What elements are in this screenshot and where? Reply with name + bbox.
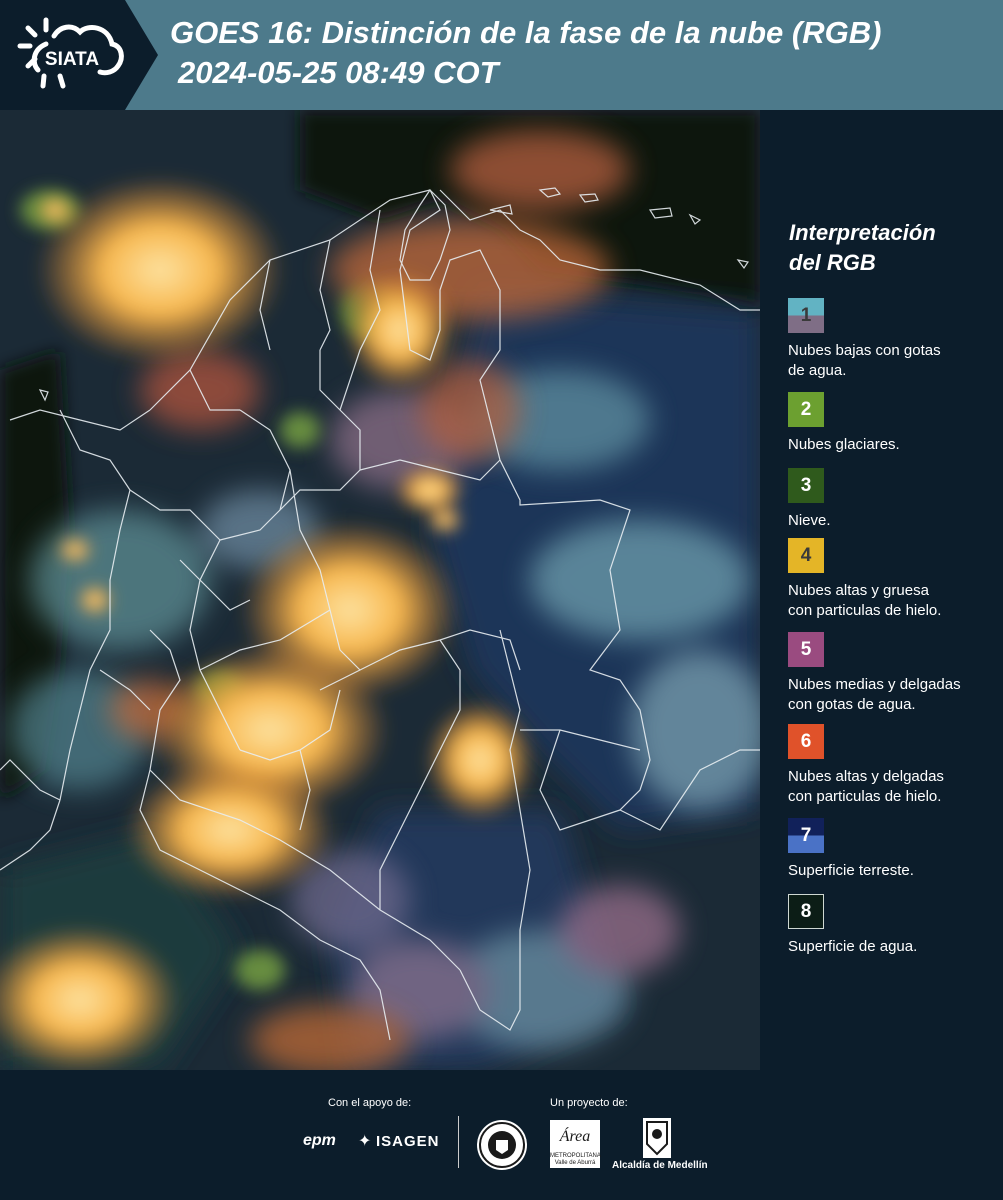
legend-label-4-line2: con particulas de hielo. xyxy=(788,602,942,619)
legend-item-2: 2 Nubes glaciares. xyxy=(788,392,998,455)
footer: Con el apoyo de: Un proyecto de: epm ✦ I… xyxy=(0,1070,1003,1200)
page-title: GOES 16: Distinción de la fase de la nub… xyxy=(170,15,882,50)
support-label: Con el apoyo de: xyxy=(328,1097,412,1109)
siata-logo-text: SIATA xyxy=(45,49,99,70)
legend-item-3: 3 Nieve. xyxy=(788,468,998,531)
logo-panel: SIATA xyxy=(0,0,158,110)
legend-item-8: 8 Superficie de agua. xyxy=(788,894,998,957)
legend-item-1: 1 Nubes bajas con gotas de agua. xyxy=(788,298,998,381)
legend-item-4: 4 Nubes altas y gruesa con particulas de… xyxy=(788,538,998,621)
epm-logo: epm xyxy=(303,1132,336,1149)
alcaldia-medellin-text: Alcaldía de Medellín xyxy=(612,1160,708,1171)
area-logo-text: Área xyxy=(559,1128,591,1145)
legend-item-5: 5 Nubes medias y delgadas con gotas de a… xyxy=(788,632,998,715)
legend-swatch-6: 6 xyxy=(788,724,824,759)
legend-label-3: Nieve. xyxy=(788,512,831,529)
legend-title: Interpretación del RGB xyxy=(789,218,989,278)
legend-swatch-7: 7 xyxy=(788,818,824,853)
legend-swatch-2: 2 xyxy=(788,392,824,427)
legend-swatch-3: 3 xyxy=(788,468,824,503)
area-logo-subtext: METROPOLITANA Valle de Aburrá xyxy=(550,1153,601,1166)
alcaldia-medellin-logo xyxy=(643,1118,671,1158)
legend-label-6-line2: con particulas de hielo. xyxy=(788,788,942,805)
legend-label-5: Nubes medias y delgadas con gotas de agu… xyxy=(788,675,988,715)
legend-swatch-8: 8 xyxy=(788,894,824,929)
footer-divider xyxy=(458,1116,459,1168)
legend-label-4-line1: Nubes altas y gruesa xyxy=(788,582,929,599)
legend-label-2: Nubes glaciares. xyxy=(788,436,900,453)
header-band: SIATA GOES 16: Distinción de la fase de … xyxy=(0,0,1003,110)
legend-swatch-4: 4 xyxy=(788,538,824,573)
satellite-map-svg xyxy=(0,110,760,1070)
legend-panel: Interpretación del RGB 1 Nubes bajas con… xyxy=(760,110,1003,1070)
legend-item-7: 7 Superficie terreste. xyxy=(788,818,998,881)
legend-title-line1: Interpretación xyxy=(789,220,936,245)
legend-label-8: Superficie de agua. xyxy=(788,938,918,955)
project-label: Un proyecto de: xyxy=(550,1097,628,1109)
satellite-image xyxy=(0,110,760,1070)
legend-label-1-line1: Nubes bajas con gotas xyxy=(788,342,941,359)
isagen-icon: ✦ xyxy=(358,1133,372,1150)
legend-label-5-line2: con gotas de agua. xyxy=(788,696,916,713)
area-metropolitana-logo: Área METROPOLITANA Valle de Aburrá xyxy=(550,1120,601,1168)
medellin-seal-icon xyxy=(477,1120,527,1170)
legend-label-4: Nubes altas y gruesa con particulas de h… xyxy=(788,581,988,621)
legend-label-6-line1: Nubes altas y delgadas xyxy=(788,768,944,785)
page-timestamp: 2024-05-25 08:49 COT xyxy=(178,55,499,90)
siata-logo-icon: SIATA xyxy=(17,17,124,89)
legend-label-1-line2: de agua. xyxy=(788,362,847,379)
legend-title-line2: del RGB xyxy=(789,250,876,275)
legend-label-6: Nubes altas y delgadas con particulas de… xyxy=(788,767,988,807)
legend-swatch-1: 1 xyxy=(788,298,824,333)
legend-swatch-5: 5 xyxy=(788,632,824,667)
isagen-logo: ISAGEN xyxy=(376,1133,440,1150)
legend-label-7: Superficie terreste. xyxy=(788,862,914,879)
legend-item-6: 6 Nubes altas y delgadas con particulas … xyxy=(788,724,998,807)
legend-label-1: Nubes bajas con gotas de agua. xyxy=(788,341,988,381)
legend-label-5-line1: Nubes medias y delgadas xyxy=(788,676,961,693)
